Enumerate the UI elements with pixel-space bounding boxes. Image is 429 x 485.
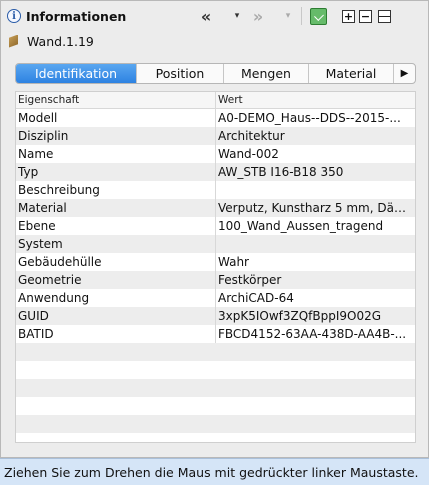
property-name-cell: Name bbox=[16, 145, 216, 163]
tab-identifikation[interactable]: Identifikation bbox=[16, 64, 137, 83]
table-row[interactable]: Gebäudehülle Wahr bbox=[16, 253, 415, 271]
property-value-cell: Wahr bbox=[218, 255, 249, 269]
empty-row bbox=[16, 343, 415, 361]
property-value-cell bbox=[216, 181, 415, 199]
status-bar: Ziehen Sie zum Drehen die Maus mit gedrü… bbox=[0, 458, 429, 485]
property-value-cell: A0-DEMO_Haus--DDS--2015-... bbox=[218, 111, 401, 125]
information-panel: i Informationen « ▾ » ▾ + − Wand.1.19 Id… bbox=[0, 0, 429, 458]
property-value-cell: Wand-002 bbox=[218, 147, 279, 161]
back-history-dropdown-icon[interactable]: ▾ bbox=[229, 8, 245, 24]
empty-row bbox=[16, 379, 415, 397]
property-name-cell: Typ bbox=[16, 163, 216, 181]
table-row[interactable]: Name Wand-002 bbox=[16, 145, 415, 163]
property-value-cell: Architektur bbox=[218, 129, 285, 143]
forward-history-dropdown-icon[interactable]: ▾ bbox=[280, 8, 296, 24]
property-value-cell: Festkörper bbox=[218, 273, 282, 287]
table-row[interactable]: System bbox=[16, 235, 415, 253]
tab-position[interactable]: Position bbox=[137, 64, 224, 83]
sync-selection-toggle-icon[interactable] bbox=[310, 8, 327, 25]
tab-bar: Identifikation Position Mengen Material … bbox=[15, 63, 416, 84]
property-value-cell: AW_STB I16-B18 350 bbox=[218, 165, 344, 179]
table-row[interactable]: Anwendung ArchiCAD-64 bbox=[16, 289, 415, 307]
table-row[interactable]: GUID 3xpK5IOwf3ZQfBppI9O02G bbox=[16, 307, 415, 325]
column-header-eigenschaft[interactable]: Eigenschaft bbox=[16, 92, 216, 108]
column-header-wert[interactable]: Wert bbox=[216, 92, 415, 108]
status-text: Ziehen Sie zum Drehen die Maus mit gedrü… bbox=[4, 464, 419, 480]
properties-table: Eigenschaft Wert Modell A0-DEMO_Haus--DDS… bbox=[15, 91, 416, 443]
table-row[interactable]: Geometrie Festkörper bbox=[16, 271, 415, 289]
panel-title: Informationen bbox=[26, 9, 127, 24]
panel-header: i Informationen « ▾ » ▾ + − bbox=[1, 1, 428, 29]
property-name-cell: Modell bbox=[16, 109, 216, 127]
property-name-cell: Ebene bbox=[16, 217, 216, 235]
table-header: Eigenschaft Wert bbox=[16, 92, 415, 109]
property-name-cell: BATID bbox=[16, 325, 216, 343]
property-name-cell: Material bbox=[16, 199, 216, 217]
empty-row bbox=[16, 397, 415, 415]
property-value-cell: 100_Wand_Aussen_tragend bbox=[218, 219, 384, 233]
tab-scroll-right-icon[interactable]: ▶ bbox=[394, 64, 415, 83]
table-row[interactable]: Ebene 100_Wand_Aussen_tragend bbox=[16, 217, 415, 235]
table-row[interactable]: BATID FBCD4152-63AA-438D-AA4B-... bbox=[16, 325, 415, 343]
wall-icon bbox=[9, 34, 18, 48]
empty-row bbox=[16, 415, 415, 433]
property-name-cell: GUID bbox=[16, 307, 216, 325]
back-arrow-icon[interactable]: « bbox=[198, 7, 214, 26]
property-value-cell: Verputz, Kunstharz 5 mm, Däm... bbox=[218, 201, 415, 215]
property-value-cell: 3xpK5IOwf3ZQfBppI9O02G bbox=[218, 309, 382, 323]
element-name: Wand.1.19 bbox=[27, 33, 94, 49]
forward-arrow-icon[interactable]: » bbox=[250, 7, 266, 26]
toolbar-separator bbox=[301, 7, 302, 25]
collapse-all-icon[interactable]: − bbox=[359, 10, 372, 23]
property-name-cell: Gebäudehülle bbox=[16, 253, 216, 271]
info-icon: i bbox=[7, 9, 21, 23]
selected-element: Wand.1.19 bbox=[9, 32, 94, 50]
property-name-cell: Beschreibung bbox=[16, 181, 216, 199]
property-value-cell: FBCD4152-63AA-438D-AA4B-... bbox=[218, 327, 407, 341]
table-row[interactable]: Modell A0-DEMO_Haus--DDS--2015-... bbox=[16, 109, 415, 127]
table-row[interactable]: Beschreibung bbox=[16, 181, 415, 199]
property-name-cell: Geometrie bbox=[16, 271, 216, 289]
empty-row bbox=[16, 361, 415, 379]
table-row[interactable]: Material Verputz, Kunstharz 5 mm, Däm... bbox=[16, 199, 415, 217]
property-name-cell: Anwendung bbox=[16, 289, 216, 307]
table-row[interactable]: Typ AW_STB I16-B18 350 bbox=[16, 163, 415, 181]
property-value-cell: ArchiCAD-64 bbox=[218, 291, 294, 305]
expand-all-icon[interactable]: + bbox=[342, 10, 355, 23]
table-row[interactable]: Disziplin Architektur bbox=[16, 127, 415, 145]
tab-mengen[interactable]: Mengen bbox=[224, 64, 309, 83]
property-name-cell: System bbox=[16, 235, 216, 253]
tab-material[interactable]: Material bbox=[309, 64, 394, 83]
property-value-cell bbox=[216, 235, 415, 253]
list-view-icon[interactable] bbox=[378, 10, 391, 23]
property-name-cell: Disziplin bbox=[16, 127, 216, 145]
